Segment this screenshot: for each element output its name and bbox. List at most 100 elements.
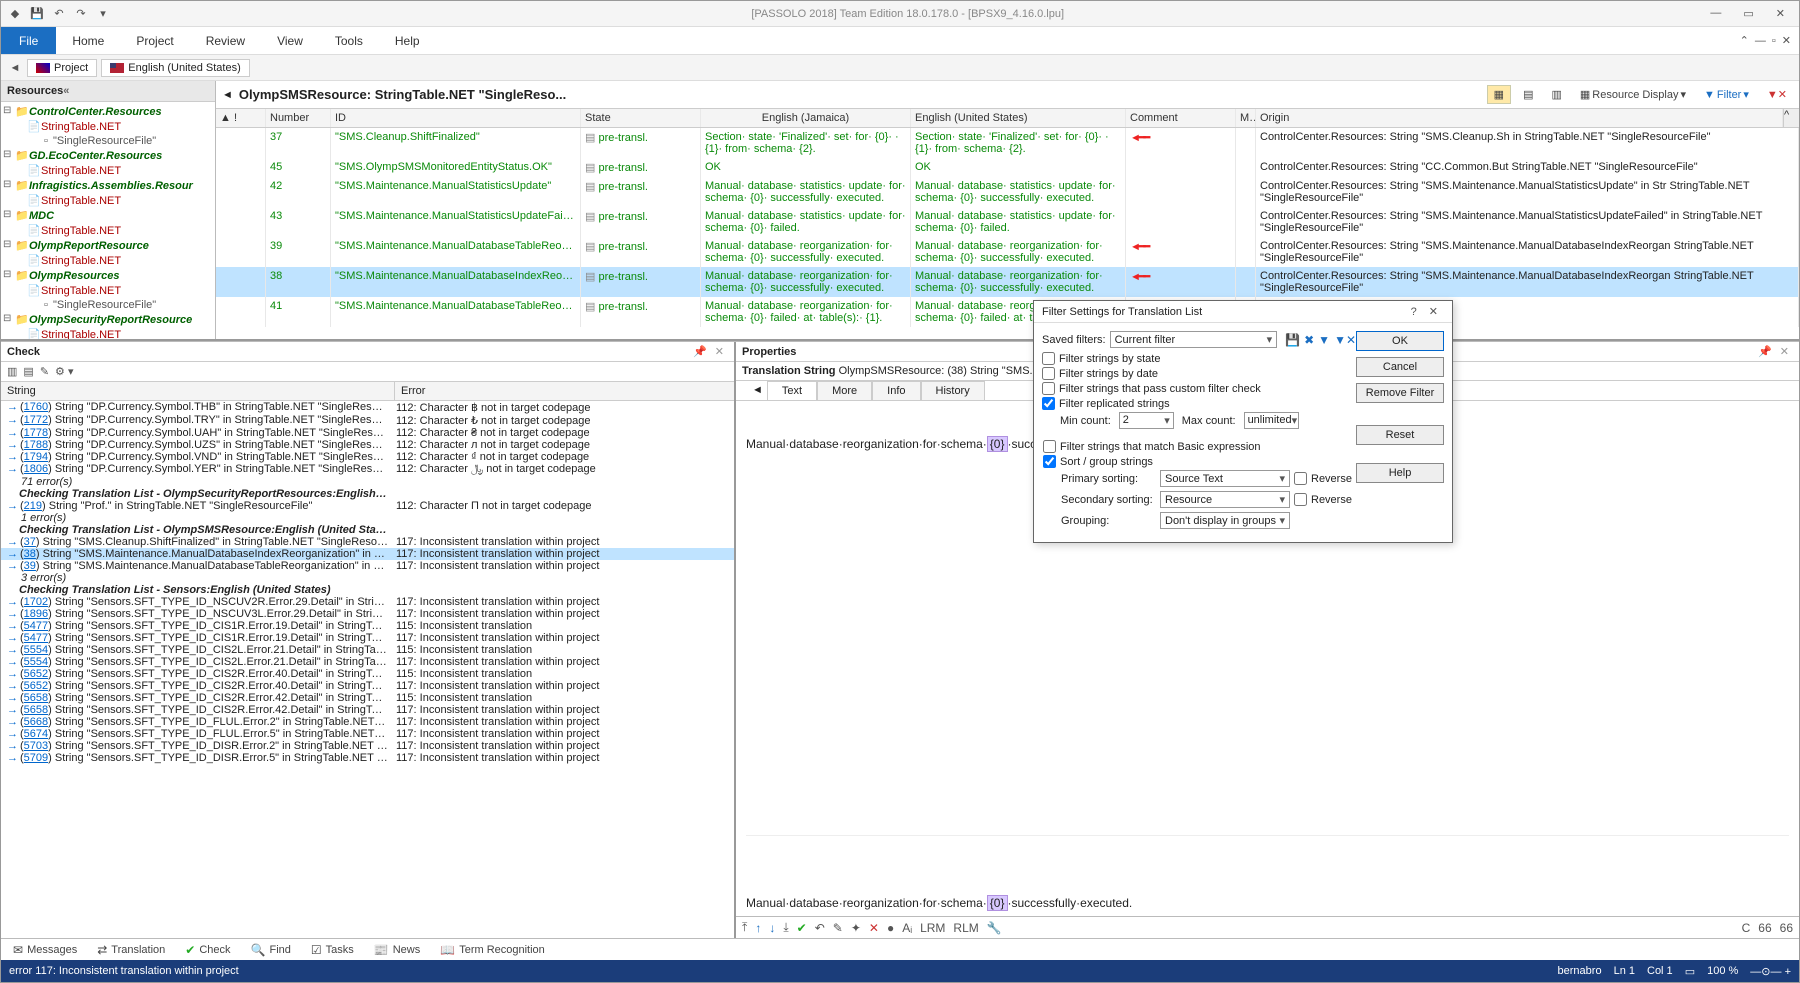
cancel-button[interactable]: Cancel xyxy=(1356,357,1444,377)
tree-leaf-child[interactable]: ▫"SingleResourceFile" xyxy=(3,298,213,312)
chk-filter-replicated[interactable]: Filter replicated strings xyxy=(1042,397,1356,410)
nav-first-icon[interactable]: ⤒ xyxy=(742,920,747,935)
check-row[interactable]: →(1778) String "DP.Currency.Symbol.UAH" … xyxy=(1,427,734,439)
props-tab-info[interactable]: Info xyxy=(872,381,920,400)
filter-down-icon[interactable]: ▼ xyxy=(1318,333,1330,347)
close-button[interactable]: ✕ xyxy=(1770,7,1791,20)
grid-row[interactable]: 38"SMS.Maintenance.ManualDatabaseIndexRe… xyxy=(216,267,1799,297)
chk-filter-state[interactable]: Filter strings by state xyxy=(1042,352,1356,365)
chk-filter-custom[interactable]: Filter strings that pass custom filter c… xyxy=(1042,382,1356,395)
mdi-max-icon[interactable]: ▫ xyxy=(1772,35,1776,47)
tree-leaf[interactable]: 📄StringTable.NET xyxy=(3,163,213,178)
check-row[interactable]: →(5709) String "Sensors.SFT_TYPE_ID_DISR… xyxy=(1,752,734,764)
check-tool-3[interactable]: ✎ xyxy=(40,365,49,378)
check-row[interactable]: 3 error(s) xyxy=(1,572,734,584)
maximize-button[interactable]: ▭ xyxy=(1737,7,1759,20)
tree-node[interactable]: 📁OlympSecurityReportResource xyxy=(3,312,213,327)
redo-icon[interactable]: ↷ xyxy=(73,6,89,22)
grid-row[interactable]: 41"SMS.Maintenance.ManualDatabaseTableRe… xyxy=(216,297,1799,327)
validate-icon[interactable]: ✔ xyxy=(797,921,807,935)
remove-filter-button[interactable]: Remove Filter xyxy=(1356,383,1444,403)
btab-tasks[interactable]: ☑Tasks xyxy=(305,941,360,959)
nav-down-icon[interactable]: ↓ xyxy=(769,921,775,935)
rtl-icon[interactable]: RLM xyxy=(953,921,978,935)
tree-leaf[interactable]: 📄StringTable.NET xyxy=(3,283,213,298)
tree-leaf[interactable]: 📄StringTable.NET xyxy=(3,119,213,134)
check-row[interactable]: →(1760) String "DP.Currency.Symbol.THB" … xyxy=(1,401,734,414)
check-col-string[interactable]: String xyxy=(1,382,394,400)
menu-tools[interactable]: Tools xyxy=(319,27,379,54)
menu-help[interactable]: Help xyxy=(379,27,436,54)
nav-last-icon[interactable]: ⤓ xyxy=(783,920,788,935)
clear-filter-icon[interactable]: ▼✕ xyxy=(1761,86,1793,103)
tree-node[interactable]: 📁OlympResources xyxy=(3,268,213,283)
resource-display-dropdown[interactable]: ▦ Resource Display ▾ xyxy=(1574,86,1692,103)
zoom-slider[interactable]: —⊙— + xyxy=(1750,965,1791,978)
check-row[interactable]: →(219) String "Prof." in StringTable.NET… xyxy=(1,500,734,512)
check-row[interactable]: →(5652) String "Sensors.SFT_TYPE_ID_CIS2… xyxy=(1,668,734,680)
delete-filter-icon[interactable]: ✖ xyxy=(1304,333,1314,347)
check-row[interactable]: →(5703) String "Sensors.SFT_TYPE_ID_DISR… xyxy=(1,740,734,752)
check-row[interactable]: →(37) String "SMS.Cleanup.ShiftFinalized… xyxy=(1,536,734,548)
check-row[interactable]: →(5554) String "Sensors.SFT_TYPE_ID_CIS2… xyxy=(1,656,734,668)
grid-row[interactable]: 42"SMS.Maintenance.ManualStatisticsUpdat… xyxy=(216,177,1799,207)
check-tool-1[interactable]: ▥ xyxy=(7,365,17,378)
check-row[interactable]: →(5658) String "Sensors.SFT_TYPE_ID_CIS2… xyxy=(1,704,734,716)
star-icon[interactable]: ✦ xyxy=(851,921,861,935)
grid-row[interactable]: 37"SMS.Cleanup.ShiftFinalized"▤ pre-tran… xyxy=(216,128,1799,158)
menu-home[interactable]: Home xyxy=(56,27,120,54)
check-row[interactable]: Checking Translation List - OlympSecurit… xyxy=(1,488,734,500)
menu-file[interactable]: File xyxy=(1,27,56,54)
tab-project[interactable]: Project xyxy=(27,59,97,77)
delete-icon[interactable]: ✕ xyxy=(869,921,879,935)
check-row[interactable]: →(5554) String "Sensors.SFT_TYPE_ID_CIS2… xyxy=(1,644,734,656)
save-icon[interactable]: 💾 xyxy=(29,6,45,22)
save-filter-icon[interactable]: 💾 xyxy=(1285,333,1300,347)
tab-language[interactable]: English (United States) xyxy=(101,59,250,77)
saved-filters-select[interactable]: Current filter xyxy=(1110,331,1278,348)
resource-tree[interactable]: 📁ControlCenter.Resources📄StringTable.NET… xyxy=(1,102,215,339)
tab-nav-left-icon[interactable]: ◄ xyxy=(748,381,767,400)
check-row[interactable]: →(39) String "SMS.Maintenance.ManualData… xyxy=(1,560,734,572)
btab-translation[interactable]: ⇄Translation xyxy=(91,941,171,959)
grid-tool-3[interactable]: ▥ xyxy=(1545,86,1567,103)
chk-filter-basic[interactable]: Filter strings that match Basic expressi… xyxy=(1043,440,1355,453)
edit-icon[interactable]: ✎ xyxy=(833,921,843,935)
tree-leaf[interactable]: 📄StringTable.NET xyxy=(3,193,213,208)
props-close-icon[interactable]: ✕ xyxy=(1776,345,1793,358)
tree-leaf-child[interactable]: ▫"SingleResourceFile" xyxy=(3,134,213,148)
props-tab-text[interactable]: Text xyxy=(767,381,817,400)
check-row[interactable]: →(1794) String "DP.Currency.Symbol.VND" … xyxy=(1,451,734,463)
dialog-close-icon[interactable]: ✕ xyxy=(1423,305,1444,318)
check-row[interactable]: →(5674) String "Sensors.SFT_TYPE_ID_FLUL… xyxy=(1,728,734,740)
format-icon[interactable]: Aᵢ xyxy=(902,921,912,935)
secondary-sort-select[interactable]: Resource xyxy=(1160,491,1290,508)
btab-term[interactable]: 📖Term Recognition xyxy=(434,941,551,959)
check-rows[interactable]: →(1760) String "DP.Currency.Symbol.THB" … xyxy=(1,401,734,938)
grid-tool-1[interactable]: ▦ xyxy=(1487,85,1511,104)
chk-filter-date[interactable]: Filter strings by date xyxy=(1042,367,1356,380)
menu-project[interactable]: Project xyxy=(120,27,189,54)
minimize-button[interactable]: — xyxy=(1704,7,1727,20)
props-tab-more[interactable]: More xyxy=(817,381,872,400)
tree-node[interactable]: 📁ControlCenter.Resources xyxy=(3,104,213,119)
tree-leaf[interactable]: 📄StringTable.NET xyxy=(3,253,213,268)
ok-button[interactable]: OK xyxy=(1356,331,1444,351)
check-pin-icon[interactable]: 📌 xyxy=(689,345,711,358)
grid-nav-back-icon[interactable]: ◄ xyxy=(222,89,233,101)
reset-button[interactable]: Reset xyxy=(1356,425,1444,445)
grid-row[interactable]: 45"SMS.OlympSMSMonitoredEntityStatus.OK"… xyxy=(216,158,1799,177)
check-row[interactable]: →(1806) String "DP.Currency.Symbol.YER" … xyxy=(1,463,734,476)
check-row[interactable]: →(5658) String "Sensors.SFT_TYPE_ID_CIS2… xyxy=(1,692,734,704)
check-row[interactable]: 1 error(s) xyxy=(1,512,734,524)
chk-sort-group[interactable]: Sort / group strings xyxy=(1043,455,1355,468)
undo-edit-icon[interactable]: ↶ xyxy=(815,921,825,935)
check-row[interactable]: →(5668) String "Sensors.SFT_TYPE_ID_FLUL… xyxy=(1,716,734,728)
help-button[interactable]: Help xyxy=(1356,463,1444,483)
check-tool-2[interactable]: ▤ xyxy=(23,365,33,378)
nav-up-icon[interactable]: ↑ xyxy=(755,921,761,935)
menu-view[interactable]: View xyxy=(261,27,319,54)
check-row[interactable]: →(1702) String "Sensors.SFT_TYPE_ID_NSCU… xyxy=(1,596,734,608)
reverse-primary[interactable]: Reverse xyxy=(1294,472,1352,485)
check-row[interactable]: →(38) String "SMS.Maintenance.ManualData… xyxy=(1,548,734,560)
